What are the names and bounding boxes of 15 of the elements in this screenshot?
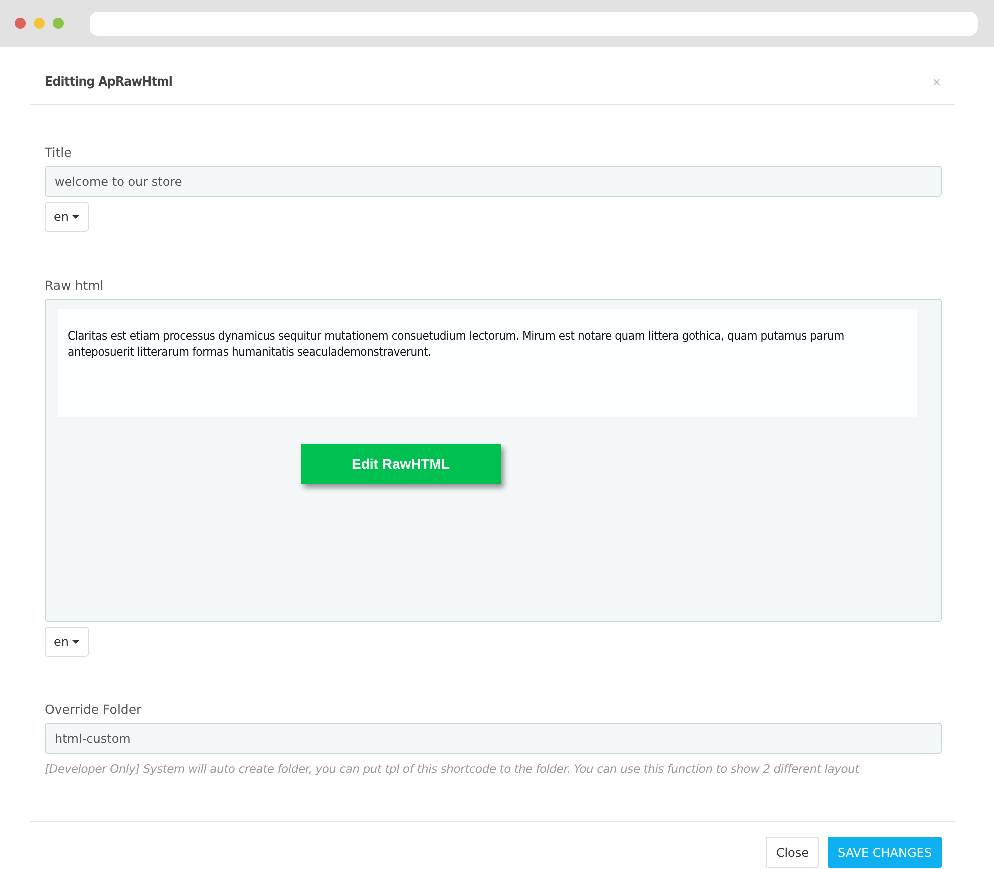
field-label: Override Folder <box>45 702 142 717</box>
close-button[interactable]: Close <box>766 837 820 868</box>
dialog-title: Editting ApRawHtml <box>45 74 173 90</box>
help-text: [Developer Only] System will auto create folder, you can put tpl of this shortcode to the folder. You can use this function to show 2 different layout <box>45 762 860 776</box>
window-minimize-dot[interactable] <box>34 18 45 29</box>
address-bar[interactable] <box>90 12 978 36</box>
field-label: Title <box>45 145 72 160</box>
title-input[interactable]: welcome to our store <box>45 166 942 197</box>
language-dropdown[interactable]: en <box>45 202 89 232</box>
folder-input[interactable]: html-custom <box>45 723 942 754</box>
html-content[interactable]: Claritas est etiam processus dynamicus sequitur mutationem consuetudium lectorum. Mirum est notare quam littera gothica, quam putamus parum anteposuerit litterarum formas humanitatis seaculademonstraverunt. <box>58 309 917 417</box>
window-maximize-dot[interactable] <box>53 18 64 29</box>
language-dropdown[interactable]: en <box>45 627 89 657</box>
field-label: Raw html <box>45 278 104 293</box>
window-close-dot[interactable] <box>15 18 26 29</box>
